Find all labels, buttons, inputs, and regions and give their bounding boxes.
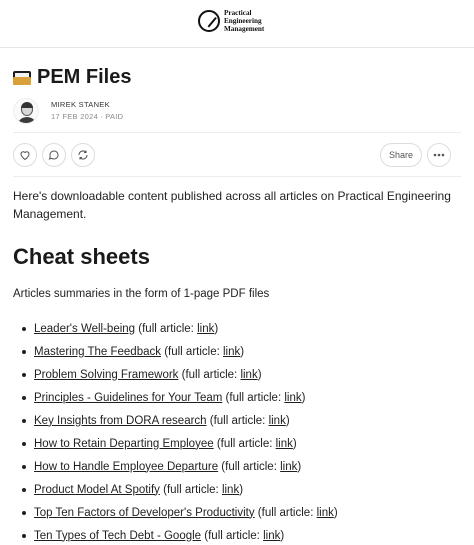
list-item: Product Model At Spotify (full article: … (22, 478, 338, 501)
list-item: Top Ten Factors of Developer's Productiv… (22, 501, 338, 524)
list-item: Leader's Well-being (full article: link) (22, 317, 338, 340)
full-article-link[interactable]: link (197, 321, 214, 337)
closing-paren: ) (239, 483, 244, 496)
full-article-text: (full article: (159, 483, 222, 496)
closing-paren: ) (257, 368, 262, 381)
like-button[interactable] (13, 143, 37, 167)
comment-icon (48, 150, 59, 160)
list-item: Key Insights from DORA research (full ar… (22, 409, 338, 432)
bullet (22, 395, 26, 400)
divider-top (13, 132, 461, 133)
closing-paren: ) (285, 414, 290, 427)
cheat-sheet-link[interactable]: How to Retain Departing Employee (34, 436, 214, 452)
closing-paren: ) (240, 345, 245, 358)
full-article-text: (full article: (213, 437, 276, 450)
closing-paren: ) (214, 322, 219, 335)
pen-nib-icon (198, 10, 220, 32)
cheat-sheet-link[interactable]: Key Insights from DORA research (34, 413, 207, 429)
author-name[interactable]: MIREK STANEK (51, 99, 123, 111)
more-button[interactable] (427, 143, 451, 167)
list-item: Problem Solving Framework (full article:… (22, 363, 338, 386)
restack-icon (78, 150, 88, 160)
intro-paragraph: Here's downloadable content published ac… (13, 189, 451, 221)
cheat-sheet-link[interactable]: Leader's Well-being (34, 321, 135, 337)
full-article-text: (full article: (201, 529, 264, 542)
full-article-link[interactable]: link (223, 344, 240, 360)
logo-line-3: Management (224, 25, 265, 33)
full-article-text: (full article: (222, 391, 285, 404)
cheat-sheet-link[interactable]: Mastering The Feedback (34, 344, 161, 360)
logo-line-2: Engineering (224, 17, 262, 25)
byline: MIREK STANEK 17 FEB 2024 ∙ PAID (13, 98, 123, 124)
cheat-sheet-link[interactable]: Top Ten Factors of Developer's Productiv… (34, 505, 255, 521)
full-article-text: (full article: (135, 322, 198, 335)
cheat-sheet-list: Leader's Well-being (full article: link)… (22, 317, 338, 545)
section-subtitle: Articles summaries in the form of 1-page… (13, 288, 270, 300)
list-item: Mastering The Feedback (full article: li… (22, 340, 338, 363)
full-article-text: (full article: (254, 506, 317, 519)
heart-icon (20, 151, 30, 161)
logo-line-1: Practical (224, 9, 252, 17)
avatar[interactable] (13, 98, 39, 124)
bullet (22, 487, 26, 492)
restack-button[interactable] (71, 143, 95, 167)
cheat-sheet-link[interactable]: Principles - Guidelines for Your Team (34, 390, 222, 406)
full-article-link[interactable]: link (240, 367, 257, 383)
closing-paren: ) (292, 437, 297, 450)
closing-paren: ) (297, 460, 302, 473)
top-bar: Practical Engineering Management (0, 0, 474, 48)
full-article-text: (full article: (218, 460, 281, 473)
full-article-link[interactable]: link (280, 459, 297, 475)
comment-button[interactable] (42, 143, 66, 167)
cheat-sheet-link[interactable]: Problem Solving Framework (34, 367, 178, 383)
list-item: How to Retain Departing Employee (full a… (22, 432, 338, 455)
folder-icon (13, 70, 31, 85)
full-article-link[interactable]: link (317, 505, 334, 521)
closing-paren: ) (301, 391, 306, 404)
full-article-text: (full article: (178, 368, 241, 381)
full-article-link[interactable]: link (263, 528, 280, 544)
logo-wordmark: Practical Engineering Management (224, 9, 264, 33)
full-article-text: (full article: (161, 345, 223, 358)
cheat-sheet-link[interactable]: Ten Types of Tech Debt - Google (34, 528, 201, 544)
bullet (22, 326, 26, 331)
publication-logo[interactable]: Practical Engineering Management (198, 9, 264, 33)
cheat-sheet-link[interactable]: Product Model At Spotify (34, 482, 160, 498)
closing-paren: ) (280, 529, 285, 542)
post-title: PEM Files (13, 66, 131, 89)
post-title-text: PEM Files (37, 66, 132, 88)
cheat-sheet-link[interactable]: How to Handle Employee Departure (34, 459, 218, 475)
closing-paren: ) (333, 506, 338, 519)
bullet (22, 510, 26, 515)
full-article-link[interactable]: link (284, 390, 301, 406)
bullet (22, 372, 26, 377)
bullet (22, 533, 26, 538)
more-icon (433, 153, 445, 157)
bullet (22, 418, 26, 423)
bullet (22, 349, 26, 354)
post-date: 17 FEB 2024 ∙ PAID (51, 112, 124, 121)
bullet (22, 441, 26, 446)
list-item: How to Handle Employee Departure (full a… (22, 455, 338, 478)
full-article-link[interactable]: link (269, 413, 286, 429)
full-article-link[interactable]: link (222, 482, 239, 498)
full-article-link[interactable]: link (276, 436, 293, 452)
share-button[interactable]: Share (380, 143, 422, 167)
divider-bottom (13, 176, 461, 177)
full-article-text: (full article: (206, 414, 269, 427)
list-item: Ten Types of Tech Debt - Google (full ar… (22, 524, 338, 545)
list-item: Principles - Guidelines for Your Team (f… (22, 386, 338, 409)
bullet (22, 464, 26, 469)
section-heading: Cheat sheets (13, 244, 150, 269)
